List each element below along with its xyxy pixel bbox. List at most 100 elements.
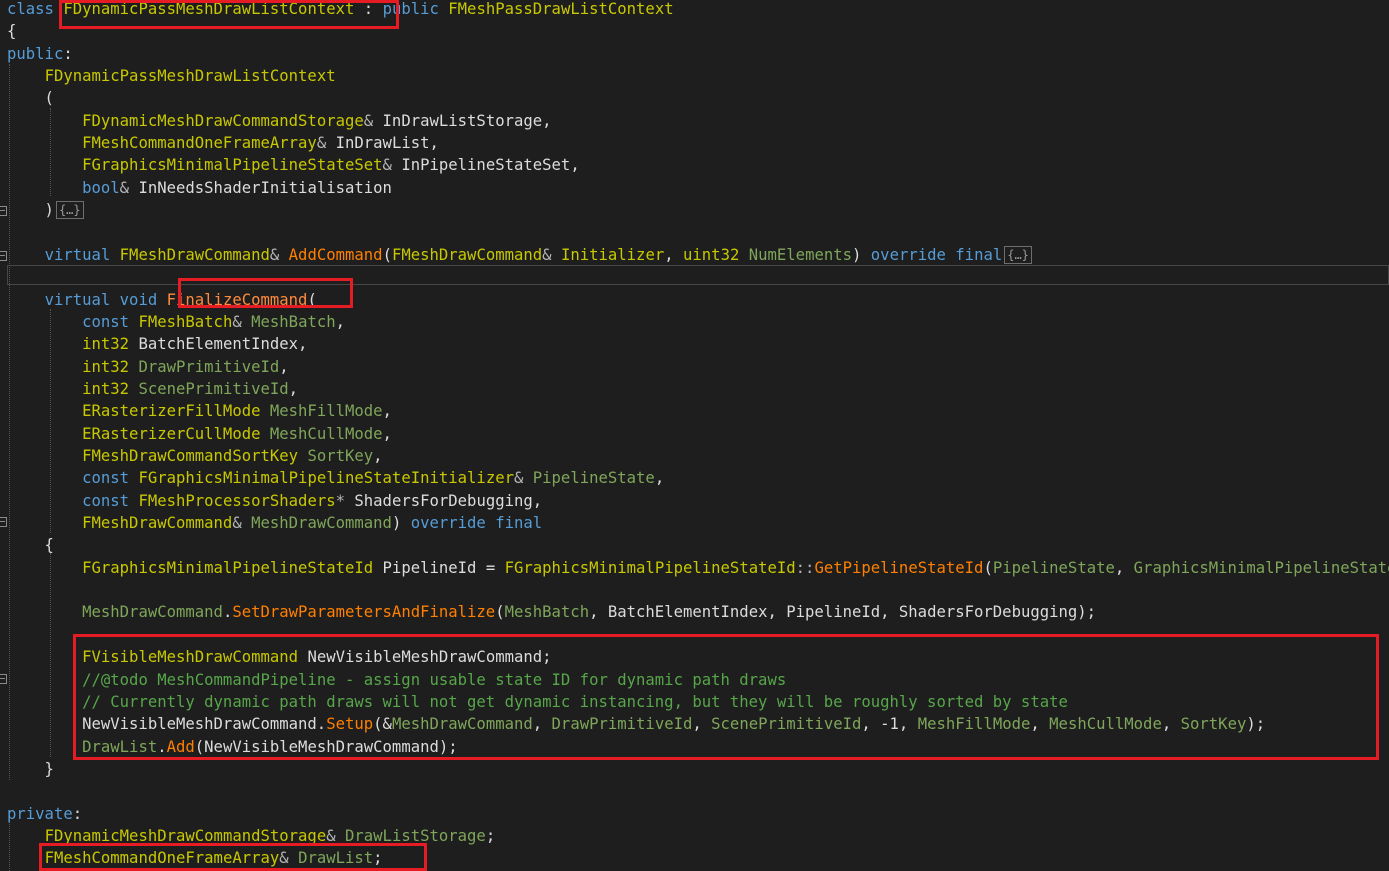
fold-toggle-icon[interactable] (0, 674, 7, 684)
code-token: MeshDrawCommand (82, 603, 223, 622)
code-token: FMeshCommandOneFrameArray (44, 849, 280, 868)
code-token: & (232, 312, 252, 331)
code-token: FVisibleMeshDrawCommand (82, 648, 308, 667)
code-token: ; (485, 826, 496, 845)
code-token: , (382, 402, 392, 421)
code-token: , (1030, 715, 1050, 734)
code-token: ERasterizerFillMode (82, 402, 270, 421)
code-token: virtual (44, 245, 120, 264)
code-line: int32 ScenePrimitiveId, (7, 378, 298, 400)
code-token: ShadersForDebugging, (354, 491, 543, 510)
code-token: FDynamicPassMeshDrawListContext (63, 0, 355, 18)
code-token: //@todo MeshCommandPipeline - assign usa… (82, 670, 787, 689)
code-token: ScenePrimitiveId (138, 379, 289, 398)
code-line: NewVisibleMeshDrawCommand.Setup(&MeshDra… (7, 713, 1265, 735)
code-token: PipelineState (532, 469, 655, 488)
code-line: const FMeshBatch& MeshBatch, (7, 311, 345, 333)
code-editor[interactable]: class FDynamicPassMeshDrawListContext : … (0, 0, 1389, 871)
code-token: DrawPrimitiveId (551, 715, 693, 734)
fold-toggle-icon[interactable] (0, 251, 7, 261)
code-token: :: (795, 558, 815, 577)
code-token: & (269, 245, 289, 264)
code-token: & (382, 156, 402, 175)
code-token: , (1114, 558, 1134, 577)
code-token: FGraphicsMinimalPipelineStateSet (82, 156, 383, 175)
code-token: BatchElementIndex, (138, 335, 308, 354)
code-token: FMeshCommandOneFrameArray (82, 134, 317, 153)
code-token: FMeshProcessorShaders (138, 491, 336, 510)
code-token: . (222, 603, 233, 622)
code-token: , (279, 357, 289, 376)
code-token: virtual void (44, 290, 167, 309)
code-token: NewVisibleMeshDrawCommand; (307, 648, 552, 667)
code-token: ) (391, 514, 411, 533)
code-token: FGraphicsMinimalPipelineStateId (82, 558, 383, 577)
code-token: (& (373, 715, 392, 734)
code-token: InDrawList, (335, 134, 439, 153)
code-token: FMeshDrawCommand (82, 514, 233, 533)
code-token: MeshBatch (251, 312, 336, 331)
code-token: ( (307, 290, 317, 309)
code-line: FMeshCommandOneFrameArray& InDrawList, (7, 132, 439, 154)
code-token: // Currently dynamic path draws will not… (82, 692, 1068, 711)
code-token: FMeshBatch (138, 312, 233, 331)
code-token: MeshDrawCommand (391, 715, 533, 734)
code-token: . (157, 737, 167, 756)
code-token: SortKey (307, 447, 374, 465)
code-token: & (232, 514, 252, 533)
code-token: public (382, 0, 449, 18)
code-token: ; (373, 849, 383, 868)
code-line: class FDynamicPassMeshDrawListContext : … (7, 0, 674, 20)
code-line: FDynamicPassMeshDrawListContext (7, 65, 336, 87)
code-token: const (82, 469, 139, 488)
code-token: FDynamicMeshDrawCommandStorage (82, 111, 364, 130)
code-token: GetPipelineStateId (814, 558, 984, 577)
code-line: private: (7, 803, 82, 825)
fold-toggle-icon[interactable] (0, 206, 7, 216)
code-line: int32 BatchElementIndex, (7, 333, 307, 355)
code-token: MeshCullMode (1049, 715, 1162, 734)
code-token: } (7, 759, 54, 778)
code-token: , BatchElementIndex, PipelineId, Shaders… (589, 603, 1097, 622)
code-line: FMeshDrawCommand& MeshDrawCommand) overr… (7, 512, 542, 534)
code-token: ); (1246, 715, 1266, 734)
code-line: ( (7, 87, 54, 109)
code-line: bool& InNeedsShaderInitialisation (7, 177, 392, 199)
code-token: InDrawListStorage, (382, 111, 552, 130)
code-token: , (692, 715, 712, 734)
current-line-highlight (7, 265, 1389, 285)
code-token: NumElements (748, 245, 853, 264)
code-token: PipelineState (992, 558, 1115, 577)
collapsed-region-marker[interactable]: {…} (1004, 245, 1032, 264)
code-line: FDynamicMeshDrawCommandStorage& DrawList… (7, 825, 496, 847)
code-line: FGraphicsMinimalPipelineStateId Pipeline… (7, 557, 1389, 579)
code-token: ERasterizerCullMode (82, 424, 270, 443)
code-line: } (7, 758, 54, 780)
code-token: InPipelineStateSet, (401, 156, 580, 175)
code-line: DrawList.Add(NewVisibleMeshDrawCommand); (7, 736, 458, 758)
code-token: FMeshDrawCommandSortKey (82, 447, 308, 465)
code-token: int32 (82, 357, 139, 376)
collapsed-region-marker[interactable]: {…} (55, 201, 84, 220)
code-token: { (7, 536, 54, 555)
fold-toggle-icon[interactable] (0, 517, 7, 527)
code-token: & (326, 826, 345, 845)
code-token: * (335, 491, 355, 510)
code-token: FinalizeCommand (166, 290, 308, 309)
code-line: virtual void FinalizeCommand( (7, 289, 317, 311)
code-line: public: (7, 43, 73, 65)
